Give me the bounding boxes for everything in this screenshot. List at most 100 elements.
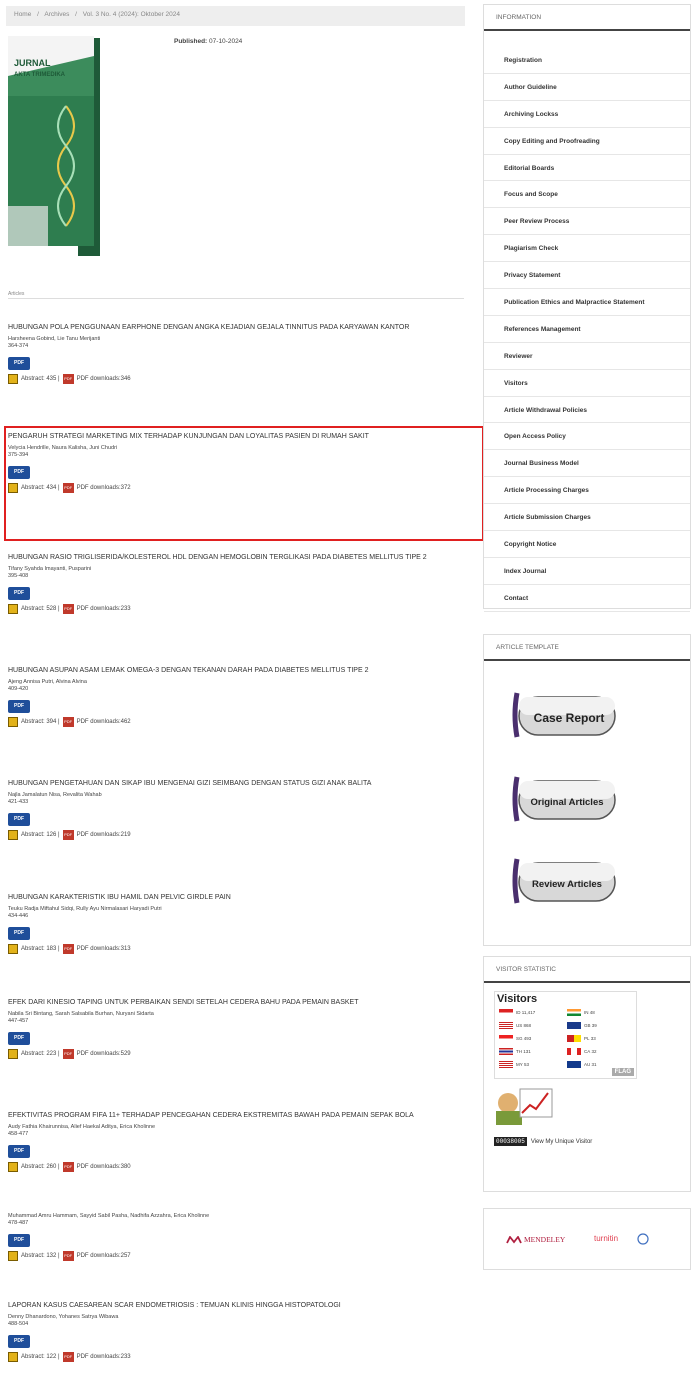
unique-visitor-row: 00038005 View My Unique Visitor: [494, 1137, 592, 1146]
breadcrumb: Home / Archives / Vol. 3 No. 4 (2024): O…: [6, 6, 465, 26]
visitor-counter-digits: 00038005: [494, 1137, 527, 1146]
menu-copyright-notice[interactable]: Copyright Notice: [484, 531, 690, 558]
visitor-statistic-heading: VISITOR STATISTIC: [484, 957, 690, 983]
published-date: 07-10-2024: [209, 38, 243, 45]
article-item: HUBUNGAN RASIO TRIGLISERIDA/KOLESTEROL H…: [8, 553, 466, 614]
abstract-icon: [8, 1251, 18, 1261]
article-title-link[interactable]: PENGARUH STRATEGI MARKETING MIX TERHADAP…: [8, 432, 466, 441]
pdf-button[interactable]: PDF: [8, 927, 30, 940]
pdf-button[interactable]: PDF: [8, 1335, 30, 1348]
pdf-button[interactable]: PDF: [8, 813, 30, 826]
visitor-row: PL 33: [567, 1035, 596, 1042]
flag-my-icon: [499, 1061, 513, 1068]
original-articles-button[interactable]: Original Articles: [511, 769, 619, 829]
article-item: HUBUNGAN KARAKTERISTIK IBU HAMIL DAN PEL…: [8, 893, 466, 954]
article-title-link[interactable]: HUBUNGAN PENGETAHUAN DAN SIKAP IBU MENGE…: [8, 779, 466, 788]
pdf-file-icon: PDF: [62, 830, 74, 840]
menu-focus-scope[interactable]: Focus and Scope: [484, 181, 690, 209]
cover-line1: JURNAL: [14, 58, 51, 68]
article-item: HUBUNGAN POLA PENGGUNAAN EARPHONE DENGAN…: [8, 323, 466, 384]
menu-index-journal[interactable]: Index Journal: [484, 558, 690, 585]
pdf-file-icon: PDF: [62, 1352, 74, 1362]
menu-withdrawal-policies[interactable]: Article Withdrawal Policies: [484, 397, 690, 424]
case-report-button[interactable]: Case Report: [511, 685, 619, 745]
article-title-link[interactable]: HUBUNGAN ASUPAN ASAM LEMAK OMEGA-3 DENGA…: [8, 666, 466, 675]
article-stats: Abstract: 132 | PDF PDF downloads:257: [8, 1251, 466, 1261]
svg-text:Review Articles: Review Articles: [532, 879, 602, 890]
turnitin-icon: [637, 1233, 649, 1245]
pdf-button[interactable]: PDF: [8, 1145, 30, 1158]
statcounter-chart-icon[interactable]: [494, 1085, 556, 1127]
cover-line2: AKTA TRIMEDIKA: [14, 72, 66, 78]
article-title-link[interactable]: LAPORAN KASUS CAESAREAN SCAR ENDOMETRIOS…: [8, 1301, 466, 1310]
article-item: HUBUNGAN PENGETAHUAN DAN SIKAP IBU MENGE…: [8, 779, 466, 840]
article-title-link[interactable]: EFEK DARI KINESIO TAPING UNTUK PERBAIKAN…: [8, 998, 466, 1007]
pdf-file-icon: PDF: [62, 944, 74, 954]
pdf-button[interactable]: PDF: [8, 1234, 30, 1247]
menu-privacy-statement[interactable]: Privacy Statement: [484, 262, 690, 290]
article-pages: 434-446: [8, 913, 29, 919]
abstract-icon: [8, 374, 18, 384]
visitor-row: ID 11,417: [499, 1009, 535, 1016]
menu-plagiarism-check[interactable]: Plagiarism Check: [484, 235, 690, 263]
pdf-button[interactable]: PDF: [8, 1032, 30, 1045]
flag-counter-logo: FLAG: [611, 1068, 634, 1076]
menu-contact[interactable]: Contact: [484, 585, 690, 612]
menu-reviewer[interactable]: Reviewer: [484, 343, 690, 370]
menu-author-guideline[interactable]: Author Guideline: [484, 74, 690, 101]
pdf-button[interactable]: PDF: [8, 466, 30, 479]
article-authors: Harsheena Gobind, Lie Tanu Merijanti: [8, 336, 101, 342]
pdf-button[interactable]: PDF: [8, 700, 30, 713]
pdf-button[interactable]: PDF: [8, 357, 30, 370]
menu-editorial-boards[interactable]: Editorial Boards: [484, 155, 690, 182]
article-title-link[interactable]: HUBUNGAN KARAKTERISTIK IBU HAMIL DAN PEL…: [8, 893, 466, 902]
menu-peer-review[interactable]: Peer Review Process: [484, 208, 690, 236]
mendeley-logo[interactable]: MENDELEY: [524, 1235, 565, 1244]
article-pages: 478-487: [8, 1220, 29, 1226]
article-pages: 375-394: [8, 452, 29, 458]
article-stats: Abstract: 434 | PDF PDF downloads:372: [8, 483, 466, 493]
menu-visitors[interactable]: Visitors: [484, 370, 690, 397]
menu-business-model[interactable]: Journal Business Model: [484, 450, 690, 478]
breadcrumb-archives[interactable]: Archives: [44, 11, 69, 18]
flag-counter-widget[interactable]: Visitors ID 11,417 IN 48 US 868 GB 39 SG…: [494, 991, 637, 1079]
visitor-row: TH 131: [499, 1048, 531, 1055]
pdf-file-icon: PDF: [62, 1251, 74, 1261]
article-title-link[interactable]: HUBUNGAN RASIO TRIGLISERIDA/KOLESTEROL H…: [8, 553, 466, 562]
article-pages: 421-433: [8, 799, 29, 805]
review-articles-button[interactable]: Review Articles: [511, 851, 619, 911]
article-authors: Ajeng Annisa Putri, Alvina Alvina: [8, 679, 87, 685]
breadcrumb-home[interactable]: Home: [14, 11, 31, 18]
abstract-icon: [8, 1049, 18, 1059]
menu-registration[interactable]: Registration: [484, 47, 690, 74]
turnitin-logo[interactable]: turnitin: [594, 1234, 618, 1243]
pdf-button[interactable]: PDF: [8, 587, 30, 600]
article-authors: Najla Jamalatun Nisa, Revalita Wahab: [8, 792, 102, 798]
mendeley-icon: [506, 1236, 522, 1244]
flag-au-icon: [567, 1061, 581, 1068]
flag-gb-icon: [567, 1022, 581, 1029]
flag-sg-icon: [499, 1035, 513, 1042]
article-stats: Abstract: 223 | PDF PDF downloads:529: [8, 1049, 466, 1059]
article-stats: Abstract: 126 | PDF PDF downloads:219: [8, 830, 466, 840]
menu-publication-ethics[interactable]: Publication Ethics and Malpractice State…: [484, 289, 690, 316]
menu-references-management[interactable]: References Management: [484, 316, 690, 343]
visitor-row: SG 493: [499, 1035, 531, 1042]
article-item: EFEKTIVITAS PROGRAM FIFA 11+ TERHADAP PE…: [8, 1111, 466, 1172]
menu-copy-editing[interactable]: Copy Editing and Proofreading: [484, 128, 690, 155]
menu-submission-charges[interactable]: Article Submission Charges: [484, 504, 690, 532]
article-pages: 364-374: [8, 343, 29, 349]
svg-text:Original Articles: Original Articles: [530, 797, 603, 808]
pdf-file-icon: PDF: [62, 483, 74, 493]
toc-section-divider: Articles: [8, 291, 464, 299]
menu-archiving-lockss[interactable]: Archiving Lockss: [484, 101, 690, 128]
article-title-link[interactable]: EFEKTIVITAS PROGRAM FIFA 11+ TERHADAP PE…: [8, 1111, 466, 1120]
view-unique-visitor-link[interactable]: View My Unique Visitor: [531, 1139, 592, 1145]
menu-processing-charges[interactable]: Article Processing Charges: [484, 477, 690, 505]
abstract-icon: [8, 830, 18, 840]
visitor-row: IN 48: [567, 1009, 595, 1016]
menu-open-access[interactable]: Open Access Policy: [484, 423, 690, 451]
article-title-link[interactable]: HUBUNGAN POLA PENGGUNAAN EARPHONE DENGAN…: [8, 323, 466, 332]
article-stats: Abstract: 260 | PDF PDF downloads:380: [8, 1162, 466, 1172]
flag-id-icon: [499, 1009, 513, 1016]
